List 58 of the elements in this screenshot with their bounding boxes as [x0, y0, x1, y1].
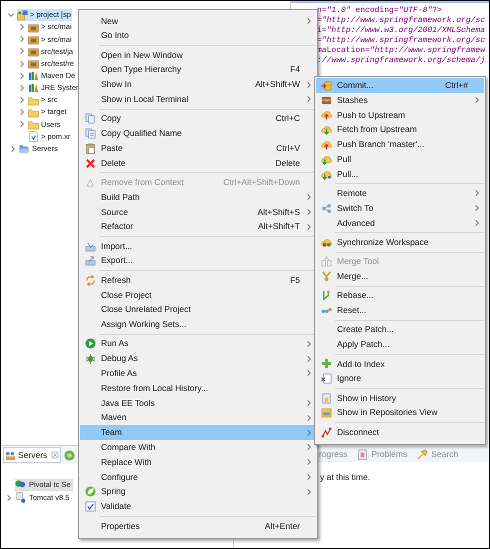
- menu-item[interactable]: Pull: [316, 152, 484, 167]
- menu-item[interactable]: Compare With: [80, 440, 316, 455]
- menu-item[interactable]: Delete Delete: [80, 156, 316, 170]
- menu-item[interactable]: Add to Index: [316, 356, 484, 372]
- menu-item[interactable]: Disconnect: [316, 424, 484, 440]
- menu-item[interactable]: Push to Upstream: [316, 108, 484, 122]
- menu-item[interactable]: Java EE Tools: [80, 396, 316, 410]
- menu-item[interactable]: Show In Alt+Shift+W: [80, 77, 316, 92]
- menu-item[interactable]: Apply Patch...: [316, 337, 484, 352]
- menu-item[interactable]: Commit... Ctrl+#: [316, 78, 484, 93]
- status-message: y at this time.: [320, 472, 370, 482]
- menu-item[interactable]: Go Into: [80, 28, 316, 44]
- menu-item[interactable]: Rebase...: [316, 288, 484, 304]
- menu-item[interactable]: Properties Alt+Enter: [80, 518, 316, 534]
- menu-item[interactable]: Ignore: [316, 371, 484, 386]
- menu-item[interactable]: Show in Repositories View: [316, 405, 484, 420]
- menu-item[interactable]: Fetch from Upstream: [316, 122, 484, 138]
- menu-item[interactable]: Spring: [80, 484, 316, 500]
- menu-item[interactable]: Configure: [80, 470, 316, 484]
- menu-item[interactable]: Push Branch 'master'...: [316, 137, 484, 152]
- menu-item[interactable]: Debug As: [80, 351, 316, 366]
- menu-item[interactable]: Run As: [80, 336, 316, 352]
- code-line: i="http://www.w3.org/2001/XMLSchema: [317, 26, 486, 36]
- tab[interactable]: Servers: [3, 447, 62, 463]
- menu-item[interactable]: Switch To: [316, 200, 484, 216]
- menu-item[interactable]: Copy Qualified Name: [80, 126, 316, 141]
- code-line: maLocation="http://www.springframew: [317, 46, 486, 56]
- menu-item[interactable]: Replace With: [80, 454, 316, 470]
- menu-item[interactable]: Restore from Local History...: [80, 380, 316, 396]
- menu-item[interactable]: Export...: [80, 253, 316, 268]
- menu-item[interactable]: Copy Ctrl+C: [80, 111, 316, 126]
- menu-item[interactable]: Open Type Hierarchy F4: [80, 62, 316, 78]
- menu-item[interactable]: Maven: [80, 410, 316, 426]
- menu-item[interactable]: Advanced: [316, 216, 484, 230]
- menu-item[interactable]: Show in History: [316, 390, 484, 406]
- menu-item[interactable]: Paste Ctrl+V: [80, 140, 316, 156]
- menu-item[interactable]: Reset...: [316, 303, 484, 318]
- menu-item[interactable]: Import...: [80, 238, 316, 254]
- menu-item[interactable]: Pull...: [316, 166, 484, 182]
- menu-item[interactable]: Team: [80, 425, 316, 440]
- menu-item[interactable]: Close Project: [80, 288, 316, 302]
- menu-item[interactable]: Stashes: [316, 92, 484, 108]
- menu-item[interactable]: Refactor Alt+Shift+T: [80, 219, 316, 234]
- menu-item[interactable]: Build Path: [80, 190, 316, 205]
- menu-item[interactable]: Refresh F5: [80, 272, 316, 288]
- menu-item[interactable]: Open in New Window: [80, 48, 316, 62]
- menu-item[interactable]: New: [80, 14, 316, 28]
- menu-item[interactable]: Synchronize Workspace: [316, 234, 484, 250]
- menu-item[interactable]: Close Unrelated Project: [80, 302, 316, 318]
- menu-item[interactable]: Profile As: [80, 366, 316, 381]
- menu-item[interactable]: Create Patch...: [316, 322, 484, 338]
- code-line: ://www.springframework.org/schema/j: [317, 56, 486, 66]
- menu-item[interactable]: Show in Local Terminal: [80, 92, 316, 107]
- menu-item[interactable]: Merge...: [316, 269, 484, 284]
- menu-item[interactable]: Validate: [80, 499, 316, 514]
- menu-item[interactable]: Source Alt+Shift+S: [80, 204, 316, 220]
- menu-item[interactable]: Assign Working Sets...: [80, 317, 316, 332]
- menu-item[interactable]: Remote: [316, 186, 484, 201]
